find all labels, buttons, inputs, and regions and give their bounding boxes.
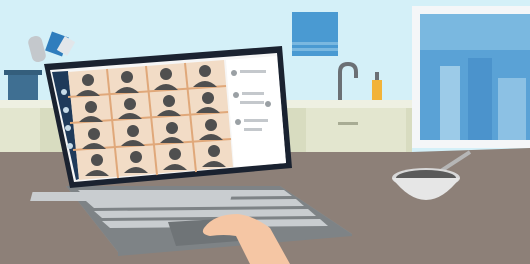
chat-panel[interactable] bbox=[226, 56, 286, 167]
towel-icon bbox=[292, 12, 338, 56]
scene-svg bbox=[0, 0, 530, 264]
pot-icon bbox=[4, 70, 42, 100]
window bbox=[412, 6, 530, 148]
illustration-scene bbox=[0, 0, 530, 264]
